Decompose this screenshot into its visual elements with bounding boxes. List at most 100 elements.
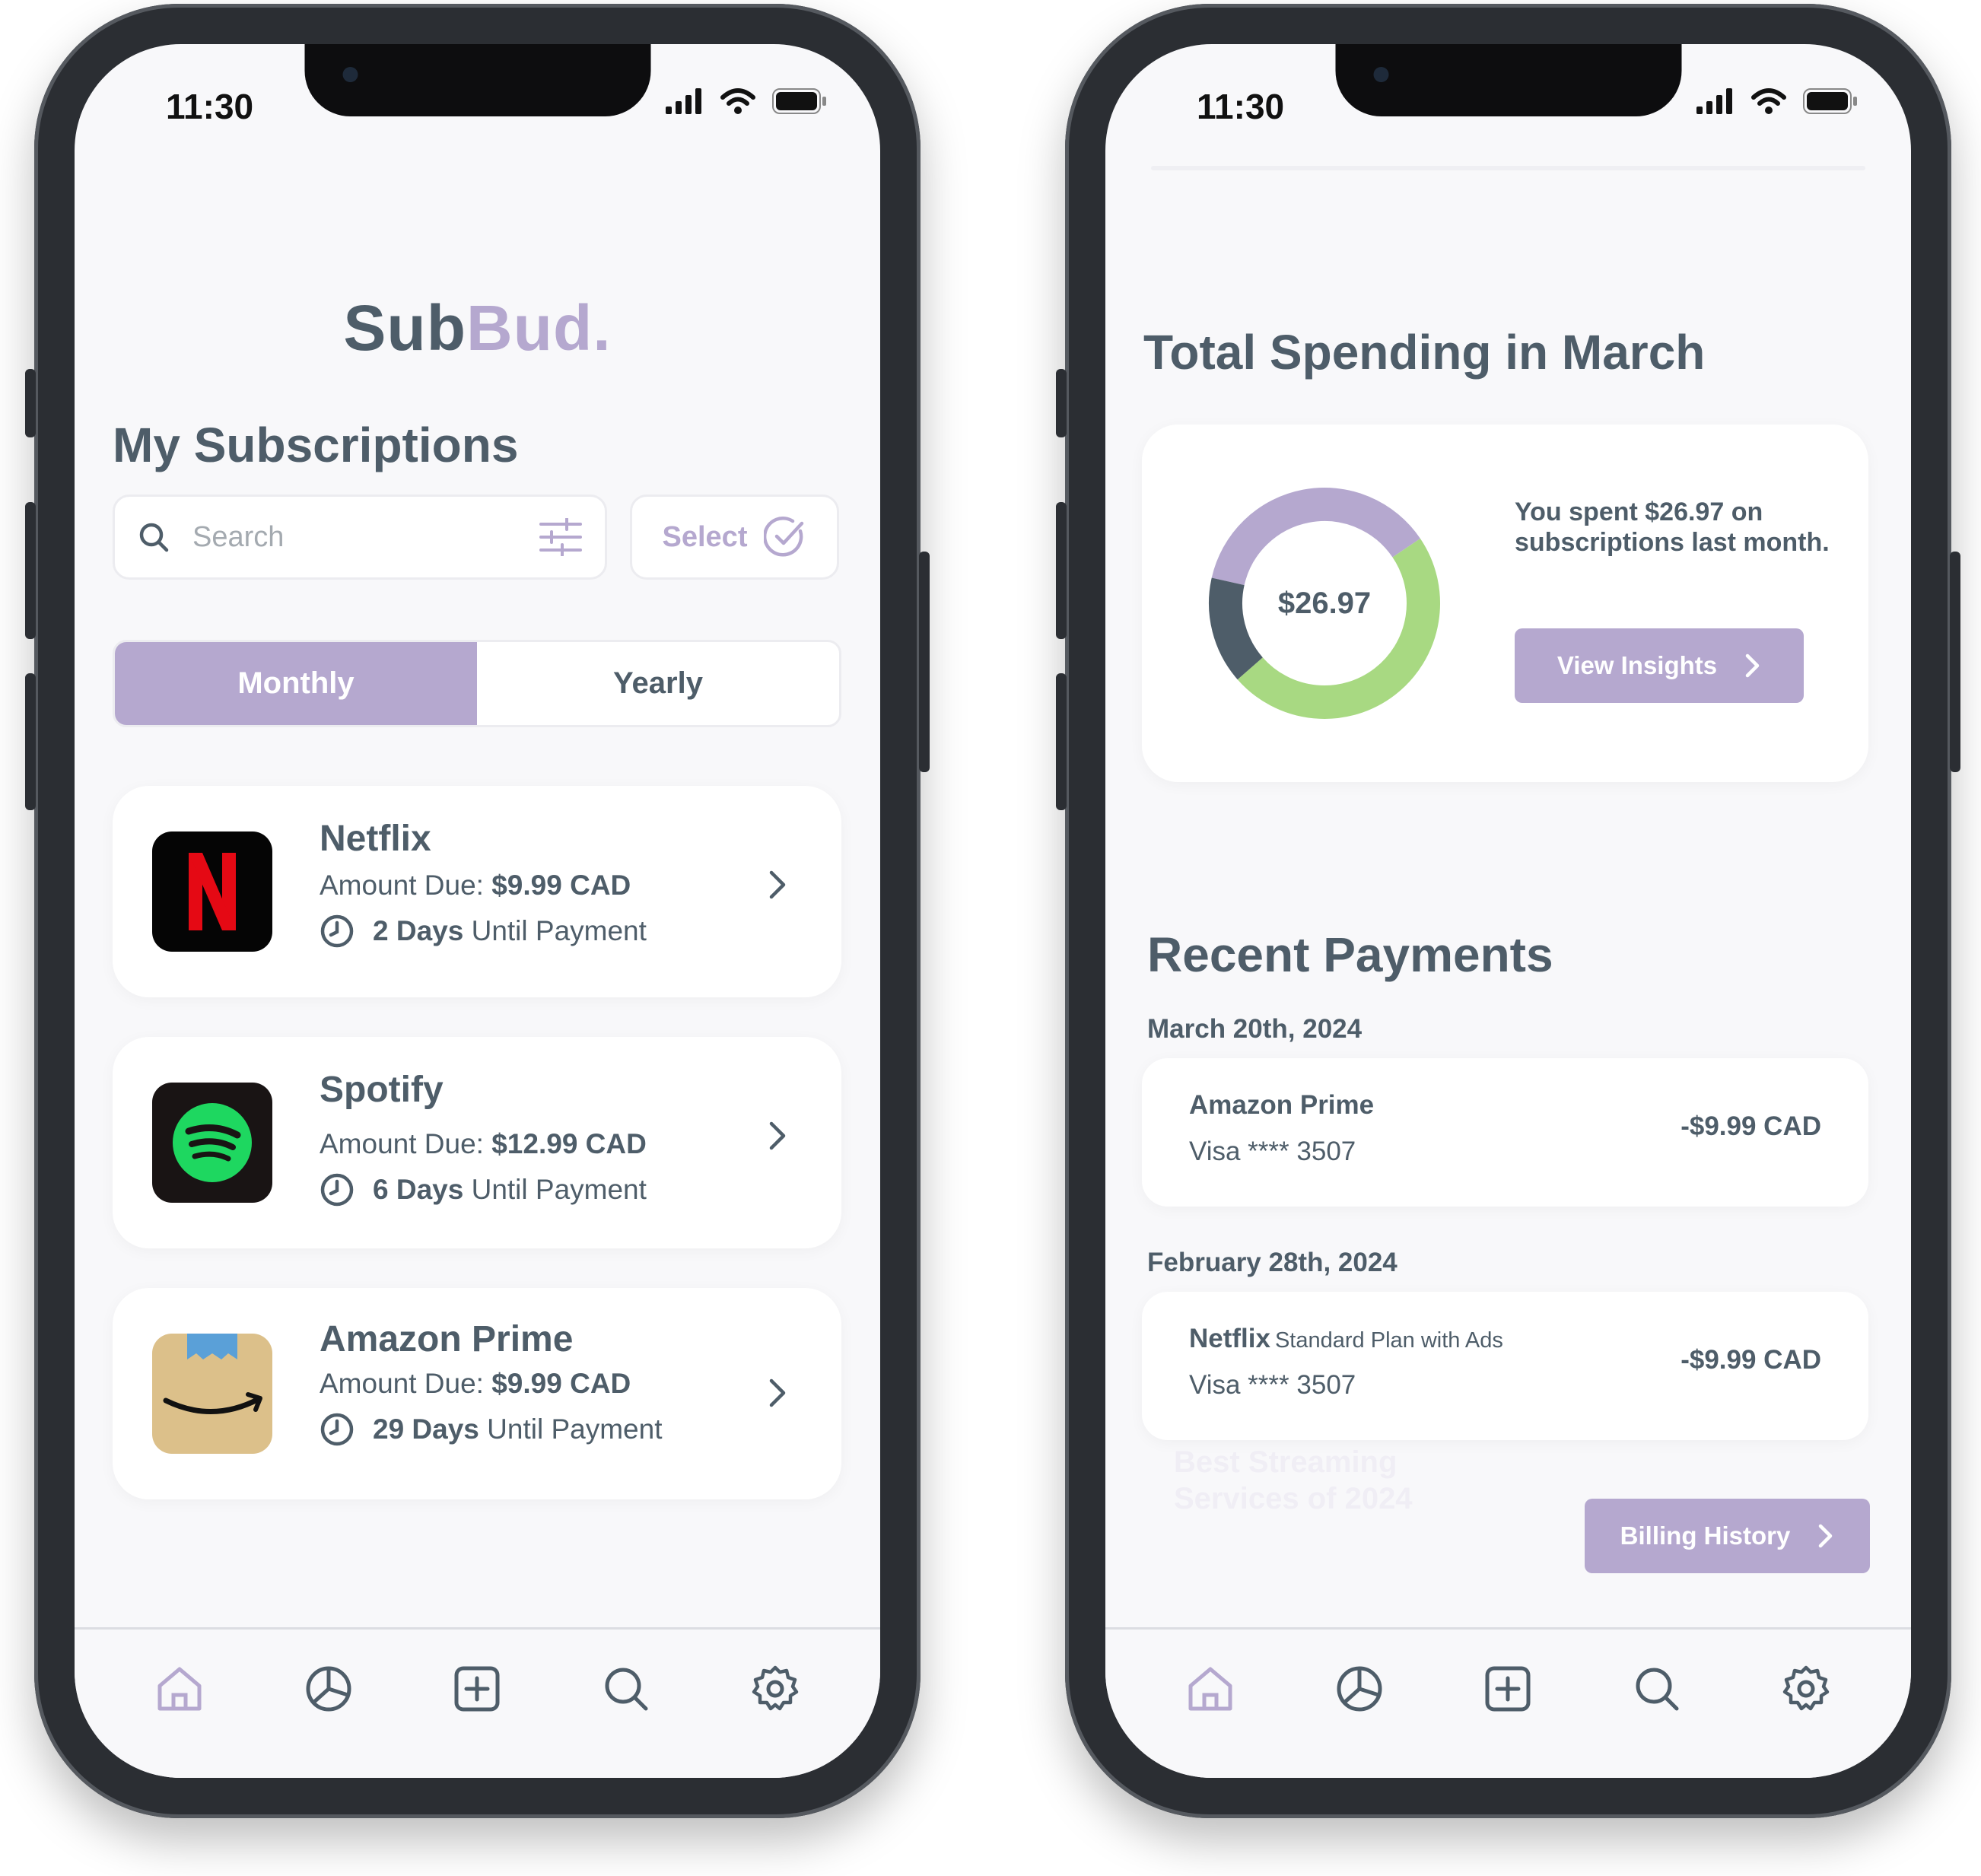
payment-date: February 28th, 2024	[1147, 1248, 1398, 1277]
amount-due-label: Amount Due:	[320, 870, 492, 901]
spending-summary-card: $26.97 You spent $26.97 on subscriptions…	[1142, 424, 1868, 782]
camera	[1373, 67, 1388, 82]
battery-icon	[1803, 88, 1857, 114]
amount-due: Amount Due: $9.99 CAD	[320, 1368, 631, 1400]
home-icon[interactable]	[155, 1665, 204, 1713]
clock-icon	[320, 914, 354, 948]
view-insights-label: View Insights	[1556, 651, 1718, 679]
tab-monthly[interactable]: Monthly	[115, 642, 477, 725]
clock-icon	[320, 1413, 354, 1446]
chart-icon[interactable]	[1335, 1665, 1384, 1713]
bottom-tab-bar	[75, 1627, 880, 1778]
subscription-name: Netflix	[320, 819, 431, 859]
amount-due-label: Amount Due:	[320, 1368, 492, 1399]
spending-title: Total Spending in March	[1143, 325, 1706, 380]
amount-due: Amount Due: $12.99 CAD	[320, 1128, 647, 1160]
amazon-icon	[152, 1334, 272, 1454]
signal-icon	[1696, 88, 1732, 114]
amount-due: Amount Due: $9.99 CAD	[320, 870, 631, 901]
view-insights-button[interactable]: View Insights	[1515, 628, 1804, 703]
payment-name: Amazon Prime	[1189, 1090, 1378, 1121]
spotify-icon	[152, 1083, 272, 1203]
wifi-icon	[720, 88, 755, 114]
select-label: Select	[662, 520, 748, 553]
search-input[interactable]: Search	[113, 494, 607, 580]
payment-method: Visa **** 3507	[1189, 1137, 1356, 1166]
payment-service: Netflix	[1189, 1324, 1270, 1353]
amount-value: $9.99 CAD	[491, 1368, 631, 1399]
days-suffix: Until Payment	[463, 915, 647, 946]
days-count: 2 Days	[373, 915, 464, 946]
volume-up-button	[1056, 502, 1067, 639]
status-icons	[666, 88, 827, 114]
chevron-right-icon	[769, 1378, 786, 1407]
status-time: 11:30	[1197, 87, 1285, 126]
volume-up-button	[25, 502, 36, 639]
camera	[342, 67, 358, 82]
notch	[304, 44, 650, 116]
power-button	[919, 552, 930, 772]
spending-summary-text: You spent $26.97 on subscriptions last m…	[1515, 498, 1830, 558]
subscription-card-spotify[interactable]: Spotify Amount Due: $12.99 CAD 6 Days Un…	[113, 1037, 841, 1248]
volume-down-button	[1056, 673, 1067, 810]
subscription-card-amazon-prime[interactable]: Amazon Prime Amount Due: $9.99 CAD 29 Da…	[113, 1288, 841, 1499]
status-icons	[1696, 88, 1858, 114]
settings-icon[interactable]	[1782, 1665, 1830, 1713]
search-icon	[139, 523, 169, 552]
home-icon[interactable]	[1186, 1665, 1235, 1713]
scrolled-content-edge	[1151, 166, 1865, 170]
netflix-icon	[152, 831, 272, 952]
donut-total: $26.97	[1277, 586, 1372, 620]
payment-card-netflix[interactable]: Netflix Standard Plan with Ads Visa **** …	[1142, 1292, 1868, 1440]
amount-due-label: Amount Due:	[320, 1128, 492, 1159]
search-icon[interactable]	[1633, 1665, 1681, 1713]
signal-icon	[666, 88, 701, 114]
days-count: 29 Days	[373, 1413, 479, 1445]
payment-card-amazon-prime[interactable]: Amazon Prime Visa **** 3507 -$9.99 CAD	[1142, 1058, 1868, 1207]
logo-accent: Bud.	[466, 292, 612, 364]
payment-method: Visa **** 3507	[1189, 1370, 1356, 1400]
settings-icon[interactable]	[751, 1665, 800, 1713]
logo-main: Sub	[343, 292, 467, 364]
screen-subscriptions: 11:30 SubBud. My Subscriptions Search Se…	[75, 44, 880, 1778]
chevron-right-icon	[769, 870, 786, 899]
status-time: 11:30	[166, 87, 254, 126]
amount-value: $12.99 CAD	[491, 1128, 647, 1159]
filter-icon[interactable]	[539, 518, 582, 556]
recent-payments-title: Recent Payments	[1147, 927, 1553, 982]
payment-plan: Standard Plan with Ads	[1274, 1328, 1503, 1353]
days-until-payment: 29 Days Until Payment	[320, 1412, 662, 1447]
mute-switch	[25, 369, 36, 437]
subscription-card-netflix[interactable]: Netflix Amount Due: $9.99 CAD 2 Days Unt…	[113, 786, 841, 997]
tab-yearly[interactable]: Yearly	[477, 642, 839, 725]
select-button[interactable]: Select	[630, 494, 839, 580]
days-until-payment: 2 Days Until Payment	[320, 914, 647, 949]
power-button	[1950, 552, 1960, 772]
clock-icon	[320, 1173, 354, 1207]
faded-promo-text: Best Streaming Services of 2024	[1174, 1445, 1413, 1515]
days-suffix: Until Payment	[479, 1413, 663, 1445]
search-icon[interactable]	[602, 1665, 650, 1713]
notch	[1335, 44, 1681, 116]
phone-left: 11:30 SubBud. My Subscriptions Search Se…	[25, 4, 930, 1818]
payment-date: March 20th, 2024	[1147, 1014, 1363, 1044]
payment-name: Netflix Standard Plan with Ads	[1189, 1324, 1503, 1354]
days-suffix: Until Payment	[463, 1174, 647, 1205]
chart-icon[interactable]	[304, 1665, 353, 1713]
subscription-name: Amazon Prime	[320, 1319, 574, 1359]
billing-period-toggle: Monthly Yearly	[113, 640, 841, 727]
chevron-right-icon	[1819, 1524, 1833, 1548]
app-logo: SubBud.	[75, 291, 880, 365]
add-icon[interactable]	[1483, 1665, 1532, 1713]
battery-icon	[772, 88, 826, 114]
screen-insights: 11:30 Total Spending in March $26.97 You…	[1105, 44, 1911, 1778]
billing-history-label: Billing History	[1620, 1521, 1791, 1550]
add-icon[interactable]	[453, 1665, 501, 1713]
check-circle-icon	[764, 517, 804, 557]
payment-amount: -$9.99 CAD	[1681, 1111, 1821, 1141]
payment-amount: -$9.99 CAD	[1681, 1345, 1821, 1375]
days-count: 6 Days	[373, 1174, 464, 1205]
billing-history-button[interactable]: Billing History	[1585, 1499, 1870, 1573]
wifi-icon	[1751, 88, 1786, 114]
mute-switch	[1056, 369, 1067, 437]
